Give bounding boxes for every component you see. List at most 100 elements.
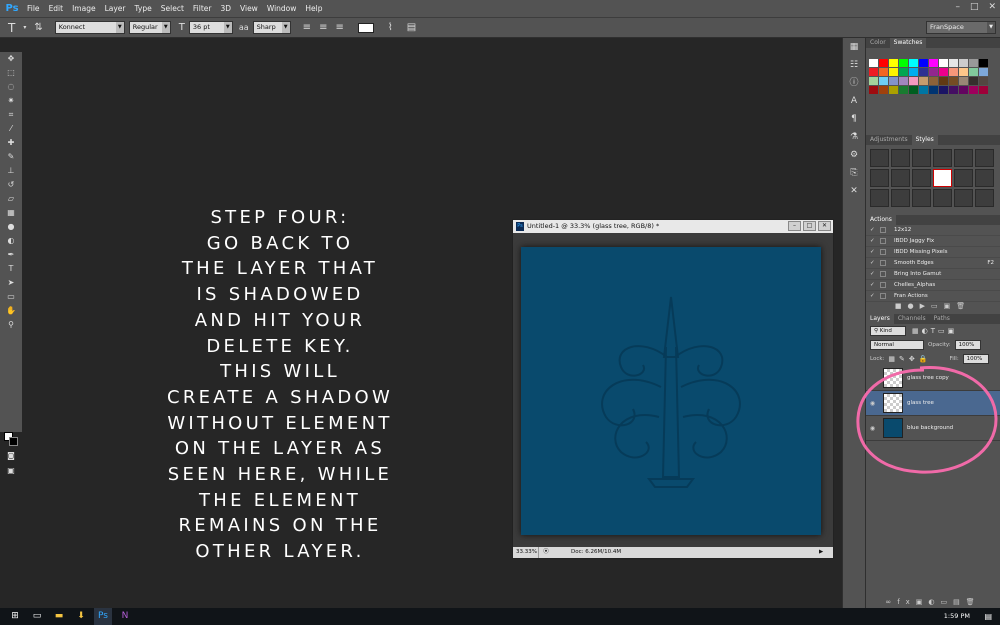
style-preset[interactable] — [891, 149, 910, 167]
tool-presets-icon[interactable]: ✕ — [843, 182, 865, 200]
brush-presets-icon[interactable]: ⚙ — [843, 146, 865, 164]
action-item[interactable]: ✓ 12x12 — [866, 225, 1000, 236]
menu-edit[interactable]: Edit — [49, 4, 64, 13]
close-icon[interactable]: ✕ — [988, 2, 996, 12]
color-swatch[interactable] — [899, 86, 908, 94]
color-swatch[interactable] — [919, 77, 928, 85]
style-preset[interactable] — [933, 149, 952, 167]
crop-tool-icon[interactable]: ⌗ — [0, 108, 22, 122]
background-color-swatch[interactable] — [9, 437, 18, 446]
color-swatch[interactable] — [979, 68, 988, 76]
menu-help[interactable]: Help — [305, 4, 322, 13]
text-color-swatch[interactable] — [357, 22, 374, 33]
color-swatch[interactable] — [959, 86, 968, 94]
dialog-toggle[interactable] — [880, 249, 886, 255]
color-swatch[interactable] — [949, 68, 958, 76]
document-canvas[interactable] — [521, 247, 821, 535]
character-panel-icon[interactable]: ▤ — [407, 22, 416, 33]
menu-select[interactable]: Select — [161, 4, 184, 13]
color-swatch[interactable] — [899, 77, 908, 85]
color-swatch[interactable] — [939, 86, 948, 94]
minimize-icon[interactable]: – — [955, 2, 960, 12]
style-preset[interactable] — [954, 169, 973, 187]
color-swatch[interactable] — [979, 59, 988, 67]
dialog-toggle[interactable] — [880, 271, 886, 277]
maximize-icon[interactable]: □ — [970, 2, 979, 12]
check-icon[interactable]: ✓ — [870, 238, 876, 244]
info-panel-icon[interactable]: ⓘ — [843, 74, 865, 92]
menu-image[interactable]: Image — [72, 4, 96, 13]
action-item[interactable]: ✓ Fran Actions — [866, 291, 1000, 302]
style-preset[interactable] — [891, 189, 910, 207]
layer-filter-select[interactable]: ⚲ Kind — [870, 326, 906, 336]
color-swatch[interactable] — [889, 68, 898, 76]
close-icon[interactable]: ✕ — [818, 221, 831, 231]
style-preset[interactable] — [975, 189, 994, 207]
color-swatch[interactable] — [969, 59, 978, 67]
color-swatch[interactable] — [959, 77, 968, 85]
antialias-select[interactable]: Sharp ▼ — [252, 21, 291, 34]
navigator-panel-icon[interactable]: ☷ — [843, 56, 865, 74]
tab-channels[interactable]: Channels — [894, 314, 930, 324]
style-preset[interactable] — [933, 189, 952, 207]
color-swatch[interactable] — [959, 59, 968, 67]
font-size-select[interactable]: 36 pt ▼ — [188, 21, 233, 34]
style-preset[interactable] — [870, 149, 889, 167]
warp-text-icon[interactable]: ⌇ — [388, 22, 393, 33]
clone-stamp-icon[interactable]: ⊥ — [0, 164, 22, 178]
lasso-tool-icon[interactable]: ◌ — [0, 80, 22, 94]
color-swatch[interactable] — [879, 86, 888, 94]
font-style-select[interactable]: Regular ▼ — [128, 21, 171, 34]
dialog-toggle[interactable] — [880, 282, 886, 288]
check-icon[interactable]: ✓ — [870, 282, 876, 288]
color-swatch[interactable] — [909, 59, 918, 67]
minimize-icon[interactable]: – — [788, 221, 801, 231]
maximize-icon[interactable]: □ — [803, 221, 816, 231]
menu-type[interactable]: Type — [135, 4, 152, 13]
menu-view[interactable]: View — [240, 4, 258, 13]
tab-adjustments[interactable]: Adjustments — [866, 135, 912, 145]
style-preset[interactable] — [912, 149, 931, 167]
document-window[interactable]: Ps Untitled-1 @ 33.3% (glass tree, RGB/8… — [512, 219, 834, 559]
system-clock[interactable]: 1:59 PM — [944, 608, 970, 625]
color-swatch[interactable] — [869, 68, 878, 76]
paragraph-panel-icon[interactable]: ¶ — [843, 110, 865, 128]
color-swatch[interactable] — [899, 68, 908, 76]
toggle-orientation-icon[interactable]: ⇅ — [34, 22, 42, 33]
tab-layers[interactable]: Layers — [866, 314, 894, 324]
marquee-tool-icon[interactable]: ⬚ — [0, 66, 22, 80]
check-icon[interactable]: ✓ — [870, 293, 876, 299]
color-swatch[interactable] — [969, 86, 978, 94]
action-item[interactable]: ✓ Smooth Edges F2 — [866, 258, 1000, 269]
style-preset[interactable] — [975, 169, 994, 187]
move-tool-icon[interactable]: ✥ — [0, 52, 22, 66]
onenote-icon[interactable]: N — [116, 608, 134, 625]
color-swatch[interactable] — [909, 68, 918, 76]
style-preset[interactable] — [954, 149, 973, 167]
color-swatch[interactable] — [889, 77, 898, 85]
color-swatch[interactable] — [969, 68, 978, 76]
color-swatch[interactable] — [869, 59, 878, 67]
status-arrow-icon[interactable]: ▶ — [819, 547, 833, 558]
action-item[interactable]: ✓ Bring Into Gamut — [866, 269, 1000, 280]
color-swatch[interactable] — [929, 59, 938, 67]
opacity-field[interactable]: 100% — [954, 340, 981, 350]
color-swatch[interactable] — [939, 77, 948, 85]
color-swatch[interactable] — [929, 68, 938, 76]
style-preset[interactable] — [912, 189, 931, 207]
eyedropper-icon[interactable]: ⁄ — [0, 122, 22, 136]
quick-mask-icon[interactable]: ◙ — [0, 449, 22, 463]
character-panel-icon[interactable]: A — [843, 92, 865, 110]
color-swatch[interactable] — [879, 59, 888, 67]
check-icon[interactable]: ✓ — [870, 227, 876, 233]
magic-wand-icon[interactable]: ✷ — [0, 94, 22, 108]
screen-mode-icon[interactable]: ▣ — [0, 464, 22, 478]
tab-swatches[interactable]: Swatches — [889, 38, 927, 48]
color-swatch[interactable] — [909, 86, 918, 94]
menu-window[interactable]: Window — [267, 4, 297, 13]
eraser-tool-icon[interactable]: ▱ — [0, 192, 22, 206]
color-swatch[interactable] — [869, 77, 878, 85]
color-swatch[interactable] — [949, 77, 958, 85]
color-swatch[interactable] — [899, 59, 908, 67]
dialog-toggle[interactable] — [880, 293, 886, 299]
